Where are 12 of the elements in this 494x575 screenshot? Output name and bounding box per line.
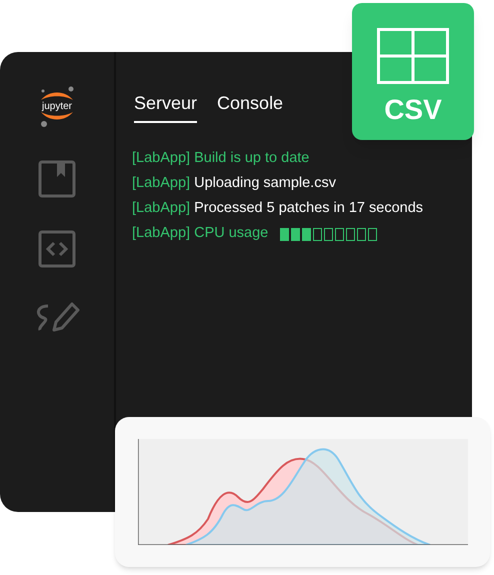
table-grid-icon xyxy=(377,28,449,84)
tab[interactable]: Serveur xyxy=(134,90,198,123)
code-icon[interactable] xyxy=(38,230,76,268)
pen-icon[interactable] xyxy=(34,300,80,334)
log-line: [LabApp] Processed 5 patches in 17 seconds xyxy=(132,199,424,218)
bookmark-book-icon[interactable] xyxy=(38,160,76,198)
log-line: [LabApp] Build is up to date xyxy=(132,149,310,168)
log-line: [LabApp] Uploading sample.csv xyxy=(132,174,336,194)
tab[interactable]: Console xyxy=(217,90,284,123)
file-type-label: CSV xyxy=(384,96,442,124)
jupyter-logo: jupyter xyxy=(35,84,79,128)
log-line: [LabApp] CPU usage xyxy=(132,224,268,244)
